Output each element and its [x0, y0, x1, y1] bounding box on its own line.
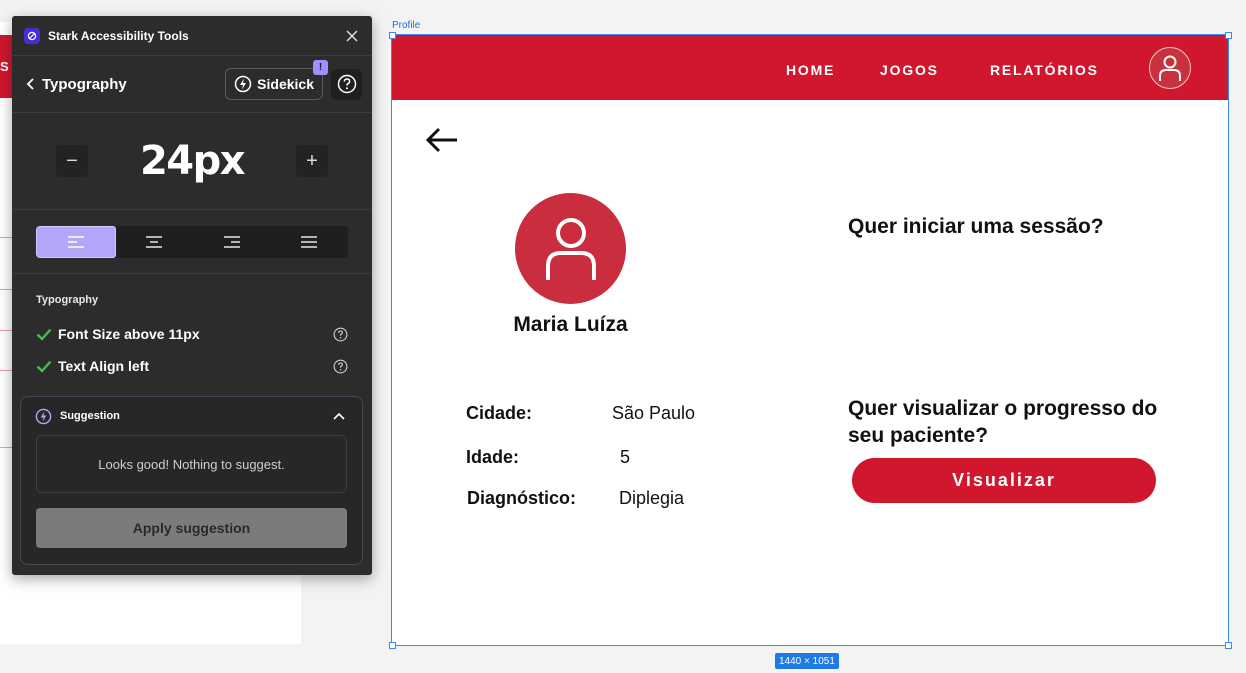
font-size-control: − 24px +	[12, 113, 372, 210]
arrow-left-icon[interactable]	[424, 125, 460, 155]
checkmark-icon	[36, 328, 52, 341]
lightning-icon	[234, 75, 252, 93]
top-navigation-bar: HOME JOGOS RELATÓRIOS	[392, 35, 1228, 100]
check-label: Text Align left	[58, 358, 149, 374]
suggestion-panel: Suggestion Looks good! Nothing to sugges…	[20, 396, 363, 565]
stark-plugin-panel: Stark Accessibility Tools Typography Sid…	[12, 16, 372, 575]
visualizar-button[interactable]: Visualizar	[852, 458, 1156, 503]
resize-handle[interactable]	[1225, 642, 1232, 649]
decrement-button[interactable]: −	[56, 145, 88, 177]
field-label-idade: Idade:	[466, 447, 520, 467]
resize-handle[interactable]	[389, 642, 396, 649]
user-icon	[545, 217, 596, 280]
section-title: Typography	[42, 75, 127, 93]
question-icon[interactable]	[333, 327, 348, 342]
font-size-value: 24px	[139, 138, 246, 184]
field-label-diagnostico: Diagnóstico:	[467, 488, 577, 508]
user-avatar-button[interactable]	[1149, 47, 1191, 89]
background-partial-text: S	[0, 59, 9, 74]
question-icon[interactable]	[333, 359, 348, 374]
back-button[interactable]: Typography	[26, 76, 127, 93]
chevron-left-icon	[26, 78, 34, 90]
stark-logo-icon	[24, 27, 40, 44]
align-center-button[interactable]	[116, 226, 194, 258]
question-icon	[337, 74, 356, 94]
align-justify-button[interactable]	[271, 226, 349, 258]
profile-name: Maria Luíza	[513, 313, 628, 336]
align-left-button[interactable]	[36, 225, 116, 258]
sidekick-button[interactable]: Sidekick !	[225, 60, 328, 100]
checks-label: Typography	[36, 294, 99, 306]
field-value-cidade: São Paulo	[612, 403, 696, 423]
check-item: Font Size above 11px	[36, 318, 348, 350]
resize-handle[interactable]	[389, 32, 396, 39]
nav-link-jogos[interactable]: JOGOS	[880, 62, 939, 78]
align-right-button[interactable]	[193, 226, 271, 258]
nav-link-home[interactable]: HOME	[786, 62, 835, 78]
typography-nav-row: Typography Sidekick !	[12, 56, 372, 113]
suggestion-header[interactable]: Suggestion	[21, 397, 362, 435]
check-item: Text Align left	[36, 350, 348, 382]
align-right-icon	[223, 235, 240, 248]
align-center-icon	[146, 235, 163, 248]
suggestion-message: Looks good! Nothing to suggest.	[36, 435, 347, 493]
frame-dimensions-badge: 1440 × 1051	[775, 653, 839, 669]
field-value-diagnostico: Diplegia	[619, 488, 685, 508]
profile-avatar	[515, 193, 626, 304]
close-icon[interactable]	[344, 28, 360, 44]
increment-button[interactable]: +	[295, 145, 328, 177]
field-value-idade: 5	[620, 447, 631, 467]
progress-question: Quer visualizar o progresso do seu pacie…	[848, 397, 1158, 447]
profile-frame[interactable]: HOME JOGOS RELATÓRIOS Maria Luíza Cidade…	[391, 34, 1229, 646]
frame-name-label[interactable]: Profile	[392, 20, 420, 31]
plugin-header: Stark Accessibility Tools	[12, 16, 372, 56]
help-button[interactable]	[331, 68, 362, 100]
apply-suggestion-button[interactable]: Apply suggestion	[36, 508, 347, 548]
session-question: Quer iniciar uma sessão?	[848, 215, 1104, 238]
user-icon	[1159, 55, 1181, 81]
checkmark-icon	[36, 360, 52, 373]
check-label: Font Size above 11px	[58, 326, 200, 342]
resize-handle[interactable]	[1225, 32, 1232, 39]
text-align-control	[12, 210, 372, 274]
sidekick-label: Sidekick	[257, 76, 314, 92]
field-label-cidade: Cidade:	[466, 403, 533, 423]
align-justify-icon	[301, 235, 318, 248]
suggestion-title: Suggestion	[60, 410, 120, 422]
lightning-icon	[35, 408, 52, 424]
align-segmented-control	[36, 225, 349, 258]
plugin-title: Stark Accessibility Tools	[48, 28, 189, 43]
align-left-icon	[67, 235, 84, 248]
typography-checks: Typography Font Size above 11px Text Ali…	[12, 274, 372, 382]
nav-link-relatorios[interactable]: RELATÓRIOS	[990, 62, 1099, 78]
sidekick-badge: !	[313, 60, 328, 75]
chevron-up-icon[interactable]	[332, 411, 346, 421]
